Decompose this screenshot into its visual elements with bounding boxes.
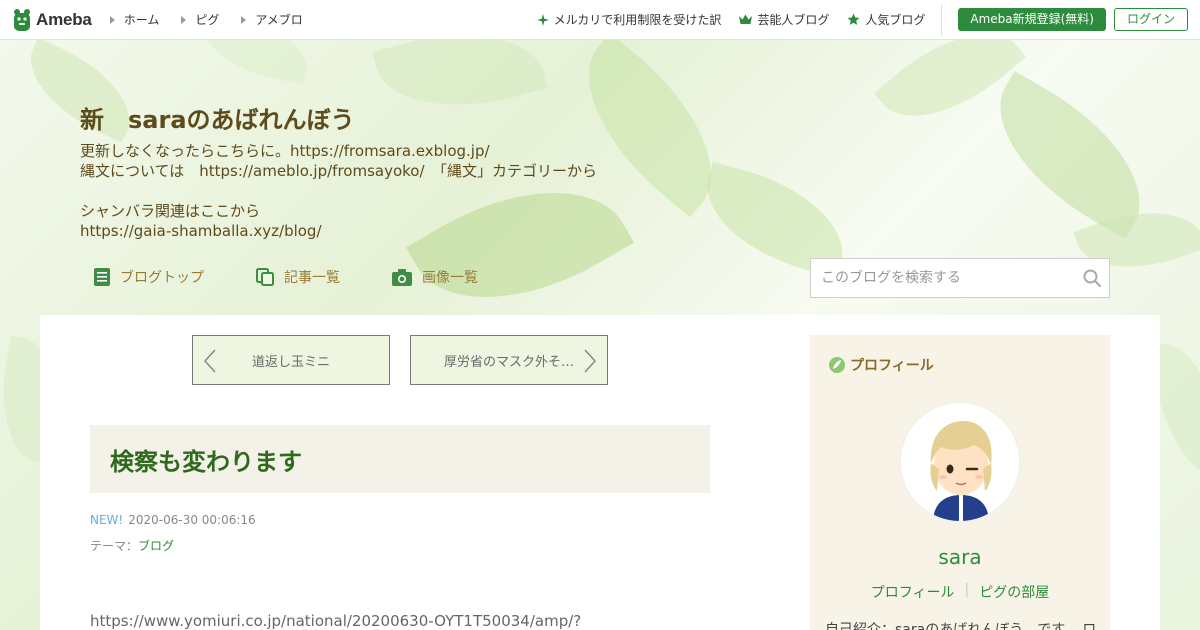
ameba-mascot-icon <box>14 8 30 31</box>
entry-title[interactable]: 検察も変わります <box>110 442 302 477</box>
search-icon[interactable] <box>1083 269 1101 287</box>
nav-home[interactable]: ホーム <box>109 11 160 28</box>
tab-label: ブログトップ <box>120 270 204 286</box>
global-nav: ホーム ピグ アメブロ <box>109 11 325 28</box>
desc-line: シャンバラ関連はここから <box>80 202 261 220</box>
desc-line: 更新しなくなったらこちらに。https://fromsara.exblog.jp… <box>80 142 490 160</box>
link-label: 人気ブログ <box>865 13 926 27</box>
next-entry-title: 厚労省のマスク外そ… <box>443 354 574 370</box>
profile-intro: 自己紹介：saraのあばれんぼう です。 ロ <box>825 622 1097 630</box>
tab-image-list[interactable]: 画像一覧 <box>392 267 478 287</box>
ameba-logo[interactable]: Ameba <box>12 8 92 32</box>
chevron-right-icon <box>584 349 597 373</box>
logo-text: Ameba <box>36 9 92 29</box>
nav-ameblo[interactable]: アメブロ <box>241 11 303 28</box>
tab-label: 画像一覧 <box>422 270 478 286</box>
pigg-room-link[interactable]: ピグの部屋 <box>979 582 1049 602</box>
link-separator: | <box>964 582 970 598</box>
new-badge: NEW! <box>90 513 124 527</box>
next-entry-link[interactable]: 厚労省のマスク外そ… <box>410 335 608 385</box>
desc-line: https://gaia-shamballa.xyz/blog/ <box>80 222 322 240</box>
entry-theme: テーマ：ブログ <box>90 537 174 554</box>
link-mercari-article[interactable]: メルカリで利用制限を受けた訳 <box>536 11 722 28</box>
nav-label: ホーム <box>123 13 160 27</box>
register-button[interactable]: Ameba新規登録(無料) <box>958 8 1106 31</box>
prev-entry-link[interactable]: 道返し玉ミニ <box>192 335 390 385</box>
top-right: メルカリで利用制限を受けた訳 芸能人ブログ 人気ブログ Ameba新規登録(無料… <box>536 0 1200 40</box>
blog-description: 更新しなくなったらこちらに。https://fromsara.exblog.jp… <box>80 141 597 241</box>
nav-label: アメブロ <box>255 13 303 27</box>
profile-name[interactable]: sara <box>810 545 1110 569</box>
link-label: 芸能人ブログ <box>757 13 830 27</box>
main-content: 道返し玉ミニ 厚労省のマスク外そ… 検察も変わります NEW! 2020-06-3… <box>40 315 1160 630</box>
link-celebrity-blog[interactable]: 芸能人ブログ <box>739 11 829 28</box>
triangle-right-icon <box>109 15 115 24</box>
desc-line: 縄文については https://ameblo.jp/fromsayoko/ 「縄… <box>80 162 598 180</box>
tab-blog-top[interactable]: ブログトップ <box>94 267 204 287</box>
blog-title[interactable]: 新 saraのあばれんぼう <box>80 100 355 135</box>
divider <box>941 3 943 36</box>
avatar[interactable] <box>900 402 1020 522</box>
copy-icon <box>256 268 274 286</box>
theme-label: テーマ： <box>90 539 139 553</box>
link-popular-blog[interactable]: 人気ブログ <box>847 11 925 28</box>
entry-title-box: 検察も変わります <box>90 425 710 493</box>
profile-heading: プロフィール <box>828 355 934 375</box>
entry-datetime: 2020-06-30 00:06:16 <box>128 513 256 527</box>
link-label: メルカリで利用制限を受けた訳 <box>553 13 722 27</box>
top-bar: Ameba ホーム ピグ アメブロ メルカリで利用制限を受けた訳 芸能人ブログ … <box>0 0 1200 40</box>
profile-sidebar: プロフィール sara プロフィール | ピグの部屋 自己紹介：saraのあばれ… <box>810 335 1110 630</box>
entry-body-url[interactable]: https://www.yomiuri.co.jp/national/20200… <box>90 612 581 630</box>
prev-entry-title: 道返し玉ミニ <box>251 354 330 370</box>
document-icon <box>94 268 110 286</box>
nav-label: ピグ <box>195 13 220 27</box>
triangle-right-icon <box>181 15 187 24</box>
entry-meta: NEW! 2020-06-30 00:06:16 <box>90 513 256 527</box>
profile-heading-label: プロフィール <box>850 358 934 374</box>
blog-search <box>810 258 1110 298</box>
blog-tabs: ブログトップ 記事一覧 画像一覧 <box>94 267 530 287</box>
profile-link[interactable]: プロフィール <box>871 582 955 602</box>
leaf-icon <box>829 357 845 373</box>
theme-link[interactable]: ブログ <box>138 539 174 553</box>
tab-label: 記事一覧 <box>284 270 340 286</box>
triangle-right-icon <box>241 15 247 24</box>
nav-pigg[interactable]: ピグ <box>181 11 219 28</box>
star-icon <box>847 13 860 25</box>
profile-links: プロフィール | ピグの部屋 <box>810 582 1110 602</box>
crown-icon <box>739 14 753 24</box>
login-button[interactable]: ログイン <box>1113 8 1188 31</box>
tab-entry-list[interactable]: 記事一覧 <box>256 267 340 287</box>
sparkle-icon <box>536 13 549 26</box>
chevron-left-icon <box>203 349 216 373</box>
search-input[interactable] <box>811 260 1083 296</box>
avatar-image <box>901 403 1019 521</box>
camera-icon <box>392 268 412 286</box>
